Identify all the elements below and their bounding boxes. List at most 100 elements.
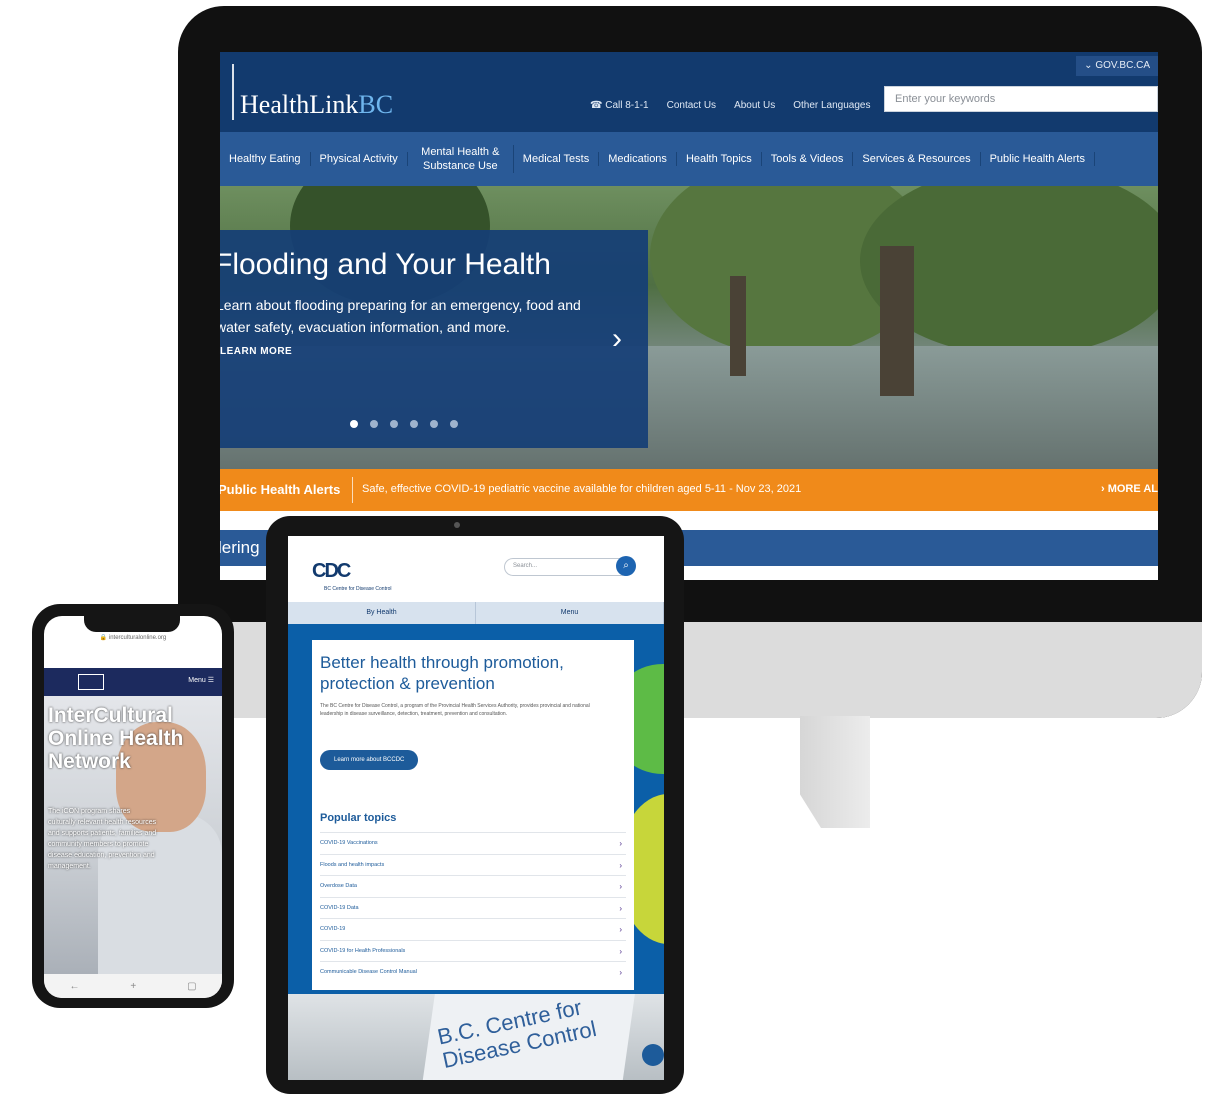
- chevron-down-icon: ⌄: [1084, 60, 1096, 71]
- phone-icon: ☎: [590, 100, 606, 111]
- address-bar-url: interculturalonline.org: [108, 635, 167, 641]
- mobile-hero: InterCultural Online Health Network The …: [44, 696, 222, 974]
- bccdc-logo[interactable]: CDC: [312, 560, 351, 583]
- mobile-header: Menu ☰: [44, 668, 222, 696]
- hero-trunk: [880, 246, 914, 396]
- site-search-input[interactable]: Search...: [504, 558, 630, 576]
- list-item-label: Floods and health impacts: [320, 861, 385, 868]
- nav-mental-health[interactable]: Mental Health & Substance Use: [408, 145, 514, 173]
- list-item[interactable]: COVID-19 Vaccinations ›: [320, 832, 626, 854]
- monitor-stand: [800, 716, 870, 828]
- carousel-dot[interactable]: [370, 420, 378, 428]
- gov-bc-link[interactable]: ⌄ GOV.BC.CA: [1076, 56, 1158, 76]
- chevron-right-icon: ›: [619, 925, 622, 934]
- nav-tools-videos[interactable]: Tools & Videos: [762, 152, 854, 166]
- list-item-label: COVID-19 for Health Professionals: [320, 947, 406, 954]
- nav-public-health-alerts[interactable]: Public Health Alerts: [981, 152, 1095, 166]
- nav-physical-activity[interactable]: Physical Activity: [311, 152, 408, 166]
- carousel-dot[interactable]: [430, 420, 438, 428]
- chevron-right-icon: ›: [619, 860, 622, 870]
- list-item[interactable]: COVID-19 Data ›: [320, 896, 626, 919]
- hero-title: Flooding and Your Health: [220, 248, 551, 281]
- list-item[interactable]: COVID-19 ›: [320, 918, 626, 940]
- nav-medications[interactable]: Medications: [599, 152, 677, 166]
- chevron-right-icon: ›: [619, 946, 622, 956]
- hero-carousel: Flooding and Your Health Learn about flo…: [220, 186, 1158, 469]
- chevron-right-icon[interactable]: ›: [612, 322, 622, 356]
- util-call-label: Call 8-1-1: [605, 100, 649, 111]
- list-item-label: COVID-19: [320, 926, 346, 932]
- icon-logo[interactable]: [78, 674, 104, 690]
- main-nav: Healthy Eating Physical Activity Mental …: [220, 132, 1158, 186]
- phone-notch: [84, 612, 180, 632]
- logo-divider: [232, 64, 234, 120]
- hamburger-icon: ☰: [207, 677, 214, 684]
- add-tab-icon[interactable]: +: [130, 981, 136, 992]
- tablet-headline: Better health through promotion, protect…: [320, 653, 564, 693]
- tab-by-health[interactable]: By Health: [288, 602, 476, 624]
- healthlink-header: ⌄ GOV.BC.CA HealthLinkBC ☎ Call 8-1-1 Co…: [220, 52, 1158, 132]
- list-item-label: Communicable Disease Control Manual: [320, 969, 417, 975]
- nav-healthy-eating[interactable]: Healthy Eating: [220, 152, 311, 166]
- utility-links: ☎ Call 8-1-1 Contact Us About Us Other L…: [590, 100, 870, 111]
- list-item[interactable]: COVID-19 for Health Professionals ›: [320, 939, 626, 962]
- util-link-call[interactable]: ☎ Call 8-1-1: [590, 100, 649, 111]
- carousel-dot[interactable]: [350, 420, 358, 428]
- chevron-right-icon: ›: [1100, 483, 1108, 495]
- alert-label: Public Health Alerts: [220, 482, 341, 497]
- nav-medical-tests[interactable]: Medical Tests: [514, 152, 600, 166]
- featured-strip-text: lering: [220, 538, 260, 557]
- menu-label: Menu: [188, 677, 206, 684]
- hero-trunk: [730, 276, 746, 376]
- tabs-icon[interactable]: ▢: [187, 981, 196, 992]
- lock-icon: 🔒: [99, 635, 109, 641]
- nav-services-resources[interactable]: Services & Resources: [853, 152, 981, 166]
- hero-description: Learn about flooding preparing for an em…: [220, 297, 581, 335]
- healthlink-logo[interactable]: HealthLinkBC: [240, 90, 393, 120]
- search-icon[interactable]: ⌕: [616, 556, 636, 576]
- carousel-dots: [350, 420, 458, 428]
- alert-message-link[interactable]: Safe, effective COVID-19 pediatric vacci…: [362, 483, 801, 495]
- tablet-camera: [454, 522, 460, 528]
- public-health-alert-bar: Public Health Alerts Safe, effective COV…: [220, 469, 1158, 511]
- nav-health-topics[interactable]: Health Topics: [677, 152, 762, 166]
- bccdc-building-photo: B.C. Centre for Disease Control: [288, 994, 664, 1080]
- util-link-contact[interactable]: Contact Us: [667, 100, 716, 111]
- popular-topics-title: Popular topics: [320, 812, 397, 824]
- tab-menu[interactable]: Menu: [476, 602, 664, 624]
- bccdc-tagline: BC Centre for Disease Control: [324, 586, 392, 592]
- alert-divider: [352, 477, 353, 503]
- list-item-label: COVID-19 Vaccinations: [320, 840, 378, 846]
- util-link-about[interactable]: About Us: [734, 100, 775, 111]
- carousel-dot[interactable]: [450, 420, 458, 428]
- list-item[interactable]: Overdose Data ›: [320, 875, 626, 897]
- tablet-tabs: By Health Menu: [288, 602, 664, 624]
- list-item[interactable]: Floods and health impacts ›: [320, 853, 626, 876]
- popular-topics-list: COVID-19 Vaccinations › Floods and health…: [320, 832, 626, 983]
- browser-toolbar: ← + ▢: [44, 974, 222, 998]
- mobile-hero-title: InterCultural Online Health Network: [48, 704, 184, 773]
- icon-mobile-screen: 🔒 interculturalonline.org Menu ☰ InterCu…: [44, 616, 222, 998]
- util-link-languages[interactable]: Other Languages: [793, 100, 870, 111]
- hero-card: Flooding and Your Health Learn about flo…: [220, 230, 648, 448]
- chevron-right-icon: ›: [619, 882, 622, 891]
- chevron-right-icon: ›: [619, 968, 622, 977]
- list-item-label: Overdose Data: [320, 883, 357, 889]
- carousel-dot[interactable]: [390, 420, 398, 428]
- healthlink-screen: ⌄ GOV.BC.CA HealthLinkBC ☎ Call 8-1-1 Co…: [220, 52, 1158, 580]
- carousel-dot[interactable]: [410, 420, 418, 428]
- tablet-body-text: The BC Centre for Disease Control, a pro…: [320, 703, 590, 717]
- keyword-search-input[interactable]: Enter your keywords: [884, 86, 1158, 112]
- learn-more-link[interactable]: LEARN MORE: [220, 346, 292, 357]
- back-icon[interactable]: ←: [69, 981, 79, 992]
- chat-icon[interactable]: [642, 1044, 664, 1066]
- list-item[interactable]: Communicable Disease Control Manual ›: [320, 961, 626, 983]
- address-bar[interactable]: 🔒 interculturalonline.org: [44, 634, 222, 641]
- chevron-right-icon: ›: [619, 903, 622, 913]
- more-alerts-label: MORE AL: [1107, 483, 1158, 495]
- learn-more-bccdc-button[interactable]: Learn more about BCCDC: [320, 750, 419, 770]
- mobile-menu-button[interactable]: Menu ☰: [188, 676, 214, 684]
- logo-bc-text: BC: [358, 90, 394, 119]
- more-alerts-link[interactable]: › MORE AL: [1101, 483, 1158, 495]
- logo-text: HealthLink: [240, 90, 359, 119]
